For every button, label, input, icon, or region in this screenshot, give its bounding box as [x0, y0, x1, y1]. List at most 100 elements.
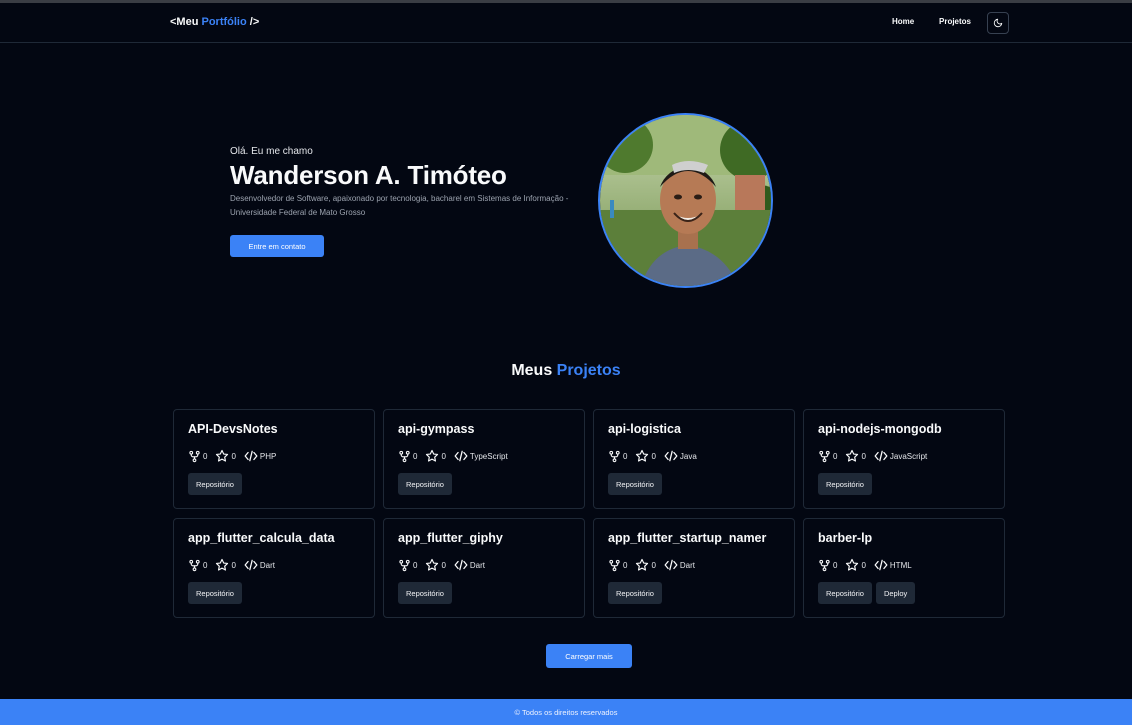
- project-card: app_flutter_startup_namer 0 0 Dart Repos…: [593, 518, 795, 618]
- project-card: app_flutter_calcula_data 0 0 Dart Reposi…: [173, 518, 375, 618]
- project-actions: Repositório: [608, 582, 666, 604]
- star-count: 0: [441, 560, 446, 570]
- project-stats: 0 0 Dart: [608, 558, 703, 572]
- fork-count: 0: [623, 560, 628, 570]
- star-icon: [846, 449, 859, 462]
- project-language: Dart: [679, 560, 696, 570]
- star-icon: [636, 449, 649, 462]
- deploy-button[interactable]: Deploy: [875, 582, 916, 604]
- project-stats: 0 0 Dart: [398, 558, 493, 572]
- fork-count: 0: [413, 560, 418, 570]
- project-name: app_flutter_calcula_data: [188, 531, 335, 545]
- code-icon: [664, 450, 678, 462]
- project-name: api-gympass: [398, 422, 475, 436]
- project-language: JavaScript: [889, 451, 928, 461]
- project-language: Dart: [469, 560, 486, 570]
- star-count: 0: [231, 560, 236, 570]
- project-language: Dart: [259, 560, 276, 570]
- project-stats: 0 0 HTML: [818, 558, 920, 572]
- moon-icon: [993, 18, 1003, 28]
- project-language: PHP: [259, 451, 277, 461]
- fork-icon: [819, 559, 830, 571]
- repository-button[interactable]: Repositório: [608, 582, 662, 604]
- project-stats: 0 0 Java: [608, 449, 705, 463]
- repository-button[interactable]: Repositório: [398, 473, 452, 495]
- project-card: api-nodejs-mongodb 0 0 JavaScript Reposi…: [803, 409, 1005, 509]
- fork-icon: [189, 559, 200, 571]
- fork-count: 0: [203, 451, 208, 461]
- logo-accent: Portfólio: [201, 16, 247, 28]
- fork-icon: [609, 450, 620, 462]
- hero-greeting: Olá. Eu me chamo: [230, 146, 313, 157]
- project-actions: Repositório Deploy: [818, 582, 919, 604]
- profile-photo-illustration: [600, 115, 771, 286]
- logo-suffix: />: [246, 16, 260, 28]
- star-icon: [426, 449, 439, 462]
- code-icon: [664, 559, 678, 571]
- fork-count: 0: [833, 560, 838, 570]
- code-icon: [454, 450, 468, 462]
- projects-title-prefix: Meus: [511, 362, 557, 379]
- load-more-button[interactable]: Carregar mais: [546, 644, 632, 668]
- project-name: API-DevsNotes: [188, 422, 278, 436]
- repository-button[interactable]: Repositório: [398, 582, 452, 604]
- star-count: 0: [861, 560, 866, 570]
- site-header: <Meu Portfólio /> Home Projetos: [0, 3, 1132, 43]
- star-icon: [846, 558, 859, 571]
- project-name: app_flutter_giphy: [398, 531, 503, 545]
- project-card: api-logistica 0 0 Java Repositório: [593, 409, 795, 509]
- star-count: 0: [231, 451, 236, 461]
- project-card: api-gympass 0 0 TypeScript Repositório: [383, 409, 585, 509]
- project-actions: Repositório: [188, 582, 246, 604]
- project-actions: Repositório: [608, 473, 666, 495]
- hero-text: Olá. Eu me chamo Wanderson A. Timóteo De…: [230, 146, 580, 220]
- repository-button[interactable]: Repositório: [818, 473, 872, 495]
- project-stats: 0 0 PHP: [188, 449, 284, 463]
- star-count: 0: [441, 451, 446, 461]
- site-footer: © Todos os direitos reservados: [0, 699, 1132, 725]
- project-stats: 0 0 Dart: [188, 558, 283, 572]
- profile-photo: [598, 113, 773, 288]
- code-icon: [244, 450, 258, 462]
- project-language: TypeScript: [469, 451, 508, 461]
- star-count: 0: [651, 451, 656, 461]
- code-icon: [874, 559, 888, 571]
- project-stats: 0 0 TypeScript: [398, 449, 516, 463]
- project-language: Java: [679, 451, 697, 461]
- fork-count: 0: [833, 451, 838, 461]
- repository-button[interactable]: Repositório: [818, 582, 872, 604]
- star-icon: [216, 558, 229, 571]
- code-icon: [874, 450, 888, 462]
- fork-icon: [819, 450, 830, 462]
- projects-title: Meus Projetos: [0, 362, 1132, 380]
- star-count: 0: [861, 451, 866, 461]
- star-icon: [216, 449, 229, 462]
- star-icon: [636, 558, 649, 571]
- project-name: api-logistica: [608, 422, 681, 436]
- project-actions: Repositório: [188, 473, 246, 495]
- contact-button[interactable]: Entre em contato: [230, 235, 324, 257]
- project-stats: 0 0 JavaScript: [818, 449, 935, 463]
- project-name: app_flutter_startup_namer: [608, 531, 767, 545]
- code-icon: [244, 559, 258, 571]
- fork-icon: [399, 559, 410, 571]
- star-count: 0: [651, 560, 656, 570]
- footer-text: © Todos os direitos reservados: [514, 707, 618, 717]
- fork-icon: [609, 559, 620, 571]
- code-icon: [454, 559, 468, 571]
- fork-count: 0: [623, 451, 628, 461]
- project-card: barber-lp 0 0 HTML Repositório Deploy: [803, 518, 1005, 618]
- project-name: barber-lp: [818, 531, 873, 545]
- theme-toggle-button[interactable]: [987, 12, 1009, 34]
- projects-title-accent: Projetos: [556, 362, 621, 379]
- repository-button[interactable]: Repositório: [188, 582, 242, 604]
- repository-button[interactable]: Repositório: [608, 473, 662, 495]
- site-logo[interactable]: <Meu Portfólio />: [170, 16, 259, 28]
- project-name: api-nodejs-mongodb: [818, 422, 942, 436]
- repository-button[interactable]: Repositório: [188, 473, 242, 495]
- nav-projects-link[interactable]: Projetos: [939, 17, 971, 26]
- nav-home-link[interactable]: Home: [892, 17, 914, 26]
- project-actions: Repositório: [398, 582, 456, 604]
- fork-icon: [399, 450, 410, 462]
- project-card: API-DevsNotes 0 0 PHP Repositório: [173, 409, 375, 509]
